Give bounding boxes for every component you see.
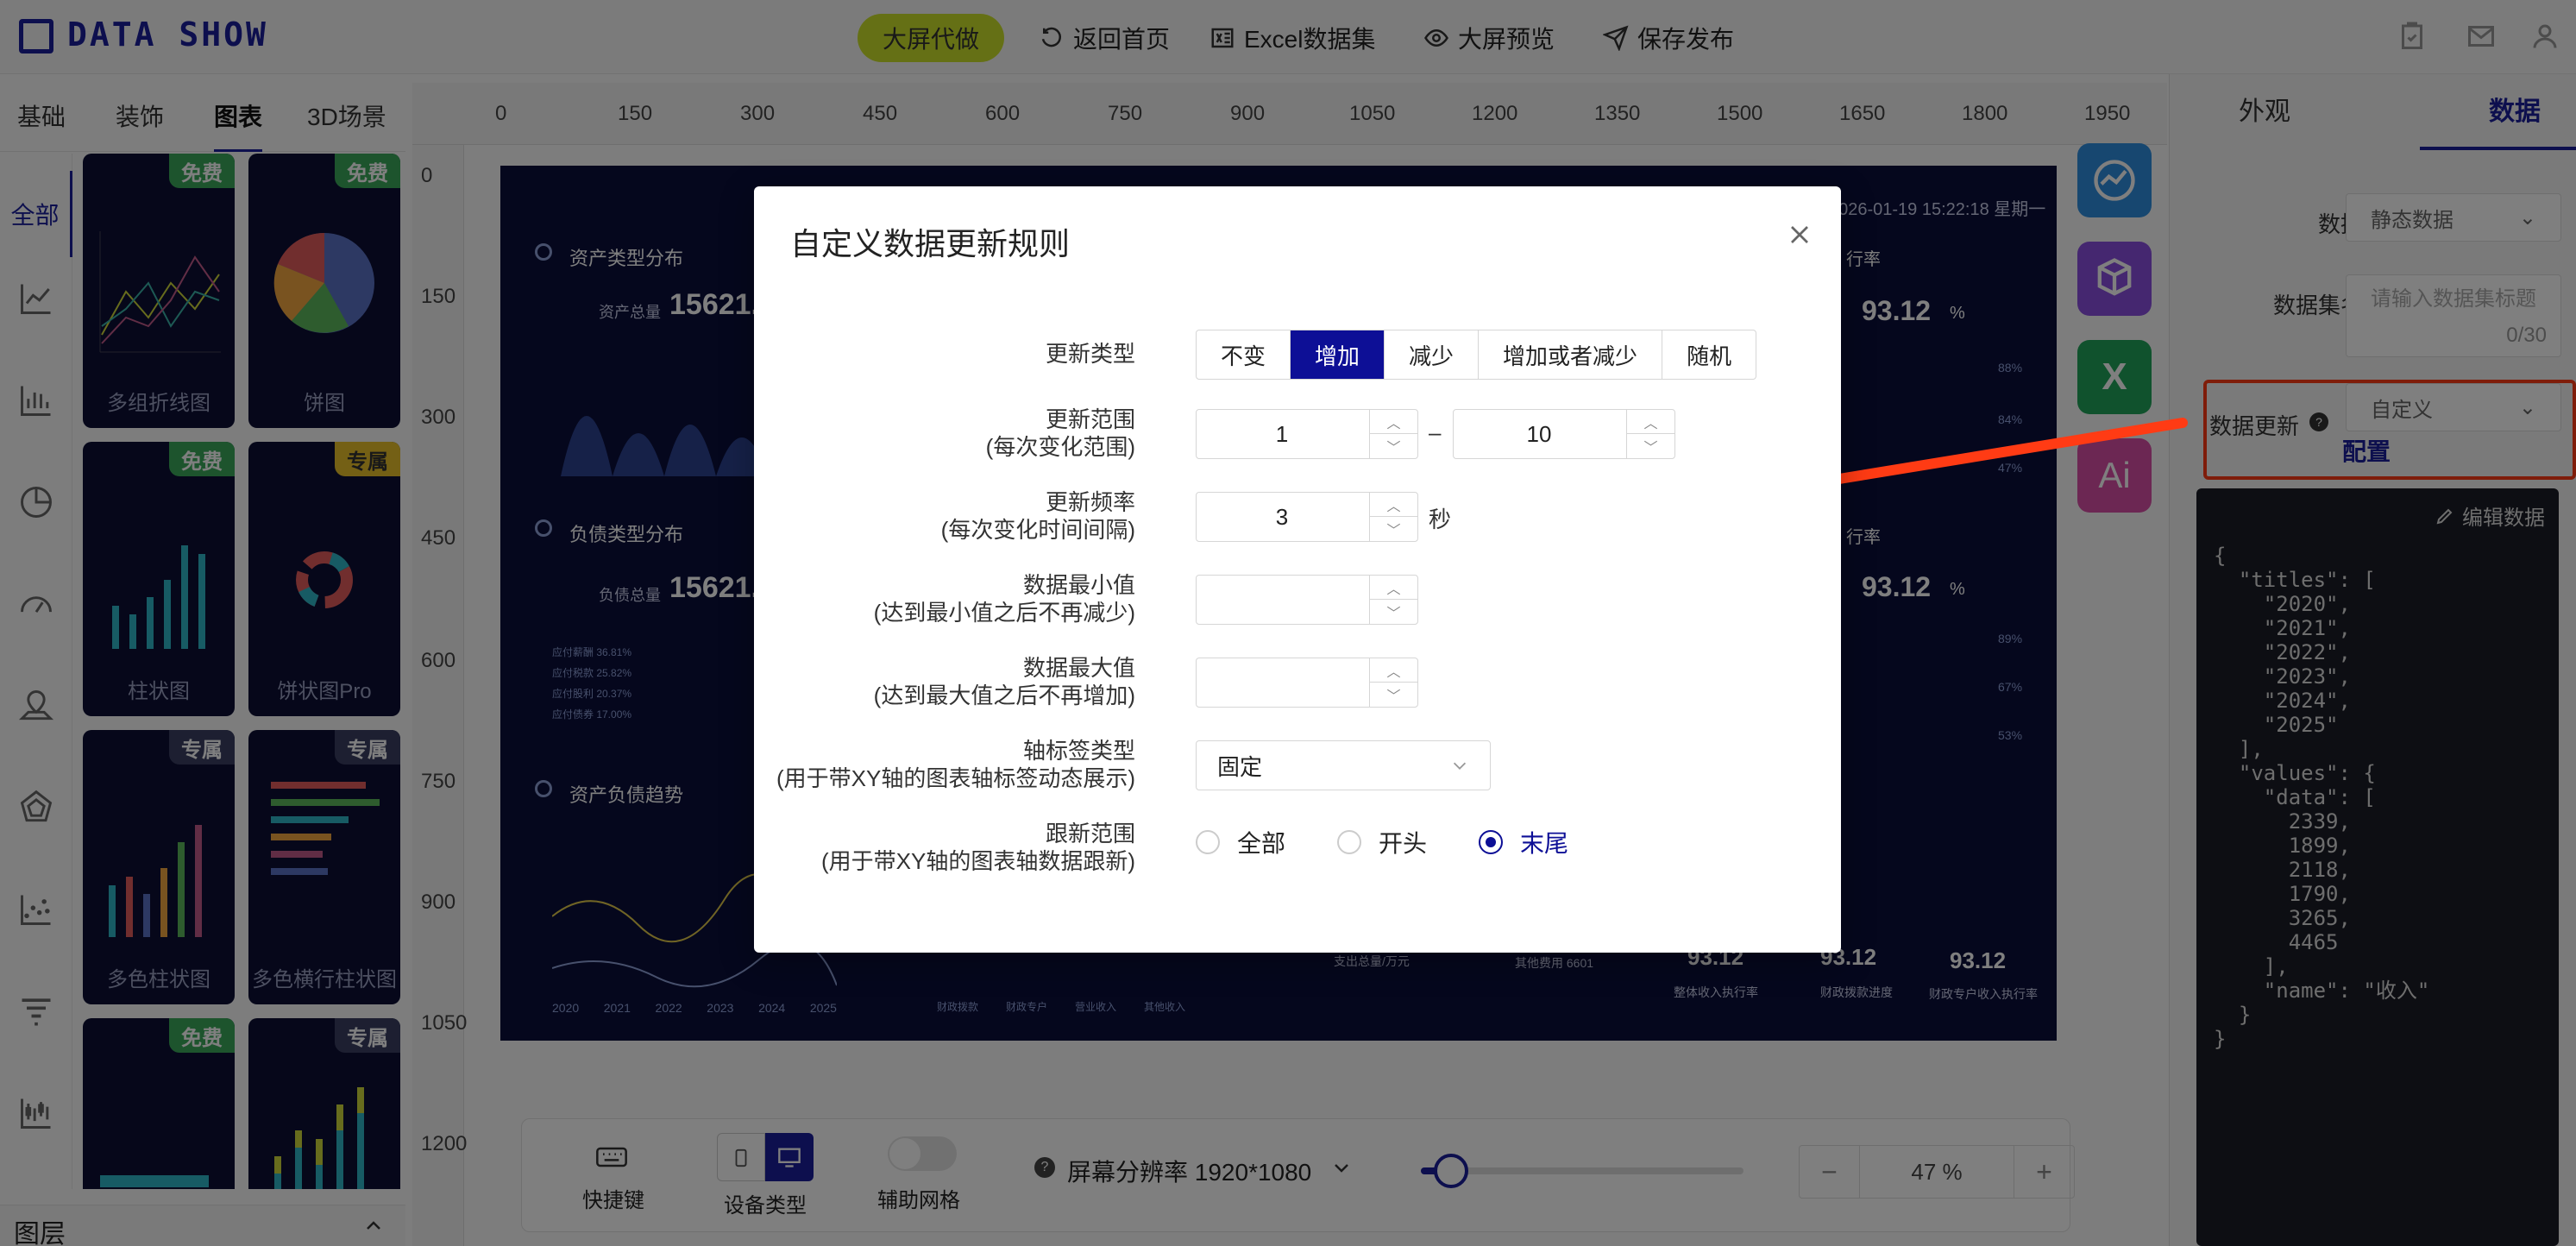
follow-label: 跟新范围 bbox=[1045, 821, 1135, 846]
freq-label-group: 更新频率 (每次变化时间间隔) bbox=[738, 488, 1135, 544]
chevron-down-icon[interactable]: ﹀ bbox=[1370, 600, 1417, 624]
radio-all-label: 全部 bbox=[1237, 830, 1286, 857]
range-separator: – bbox=[1429, 419, 1442, 445]
chevron-up-icon[interactable]: ︿ bbox=[1627, 410, 1674, 434]
chevron-up-icon[interactable]: ︿ bbox=[1370, 576, 1417, 600]
max-sub: (达到最大值之后不再增加) bbox=[873, 683, 1135, 708]
radio-all[interactable]: 全部 bbox=[1196, 825, 1285, 859]
range-max-spinner[interactable]: ︿ ﹀ bbox=[1626, 410, 1674, 458]
freq-unit: 秒 bbox=[1429, 507, 1452, 532]
axis-sub: (用于带XY轴的图表轴标签动态展示) bbox=[776, 765, 1135, 791]
max-value bbox=[1197, 658, 1367, 707]
chevron-down-icon[interactable]: ﹀ bbox=[1370, 683, 1417, 707]
type-option-none[interactable]: 不变 bbox=[1197, 330, 1291, 379]
custom-update-dialog: 自定义数据更新规则 更新类型 不变 增加 减少 增加或者减少 随机 更新范围 (… bbox=[754, 186, 1841, 953]
min-label: 数据最小值 bbox=[1022, 572, 1135, 598]
axis-label-group: 轴标签类型 (用于带XY轴的图表轴标签动态展示) bbox=[738, 737, 1135, 792]
axis-label: 轴标签类型 bbox=[1022, 738, 1135, 764]
max-label: 数据最大值 bbox=[1022, 655, 1135, 681]
max-value-input[interactable]: ︿ ﹀ bbox=[1196, 658, 1418, 708]
range-sub: (每次变化范围) bbox=[985, 434, 1135, 460]
dialog-title: 自定义数据更新规则 bbox=[790, 226, 1071, 261]
chevron-up-icon[interactable]: ︿ bbox=[1370, 410, 1417, 434]
type-option-random[interactable]: 随机 bbox=[1662, 330, 1756, 379]
chevron-up-icon[interactable]: ︿ bbox=[1370, 493, 1417, 517]
chevron-down-icon bbox=[1453, 762, 1467, 770]
min-spinner[interactable]: ︿ ﹀ bbox=[1369, 576, 1417, 624]
range-min-input[interactable]: 1 ︿ ﹀ bbox=[1196, 409, 1418, 459]
axis-type-select[interactable]: 固定 bbox=[1196, 740, 1491, 790]
min-label-group: 数据最小值 (达到最小值之后不再减少) bbox=[738, 571, 1135, 626]
freq-label: 更新频率 bbox=[1045, 489, 1135, 515]
max-spinner[interactable]: ︿ ﹀ bbox=[1369, 658, 1417, 707]
radio-circle[interactable] bbox=[1337, 830, 1361, 854]
type-option-increase[interactable]: 增加 bbox=[1291, 330, 1385, 379]
min-value bbox=[1197, 576, 1367, 624]
type-option-either[interactable]: 增加或者减少 bbox=[1479, 330, 1663, 379]
range-min-value: 1 bbox=[1275, 420, 1289, 447]
type-option-decrease[interactable]: 减少 bbox=[1385, 330, 1480, 379]
close-icon[interactable] bbox=[1784, 219, 1815, 250]
follow-label-group: 跟新范围 (用于带XY轴的图表轴数据跟新) bbox=[738, 820, 1135, 875]
freq-value: 3 bbox=[1275, 503, 1289, 530]
radio-circle[interactable] bbox=[1479, 830, 1503, 854]
radio-tail[interactable]: 末尾 bbox=[1479, 825, 1568, 859]
radio-head-label: 开头 bbox=[1379, 830, 1428, 857]
type-label: 更新类型 bbox=[1045, 341, 1135, 367]
range-label-group: 更新范围 (每次变化范围) bbox=[738, 406, 1135, 461]
follow-sub: (用于带XY轴的图表轴数据跟新) bbox=[820, 848, 1135, 874]
freq-input[interactable]: 3 ︿ ﹀ bbox=[1196, 492, 1418, 542]
axis-value: 固定 bbox=[1217, 753, 1263, 780]
range-max-input[interactable]: 10 ︿ ﹀ bbox=[1453, 409, 1675, 459]
max-label-group: 数据最大值 (达到最大值之后不再增加) bbox=[738, 654, 1135, 709]
min-sub: (达到最小值之后不再减少) bbox=[873, 600, 1135, 626]
chevron-down-icon[interactable]: ﹀ bbox=[1370, 434, 1417, 458]
chevron-down-icon[interactable]: ﹀ bbox=[1627, 434, 1674, 458]
range-max-value: 10 bbox=[1526, 420, 1552, 447]
freq-spinner[interactable]: ︿ ﹀ bbox=[1369, 493, 1417, 541]
range-label: 更新范围 bbox=[1045, 406, 1135, 432]
radio-circle[interactable] bbox=[1196, 830, 1220, 854]
min-value-input[interactable]: ︿ ﹀ bbox=[1196, 575, 1418, 625]
radio-tail-label: 末尾 bbox=[1520, 830, 1569, 857]
update-type-segment: 不变 增加 减少 增加或者减少 随机 bbox=[1196, 330, 1757, 380]
range-min-spinner[interactable]: ︿ ﹀ bbox=[1369, 410, 1417, 458]
chevron-down-icon[interactable]: ﹀ bbox=[1370, 517, 1417, 541]
chevron-up-icon[interactable]: ︿ bbox=[1370, 658, 1417, 683]
radio-head[interactable]: 开头 bbox=[1337, 825, 1427, 859]
freq-sub: (每次变化时间间隔) bbox=[940, 517, 1135, 543]
